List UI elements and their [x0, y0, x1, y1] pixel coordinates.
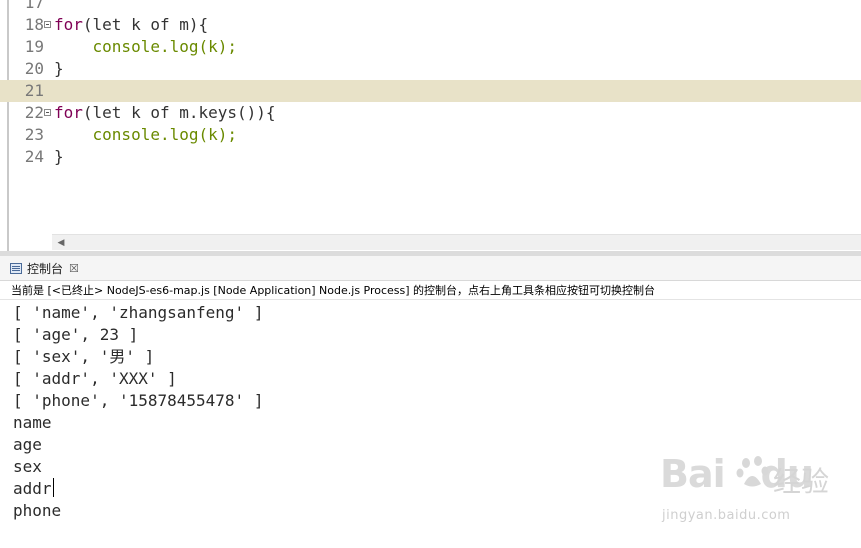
code-content: }: [54, 59, 64, 78]
code-line[interactable]: 22 for(let k of m.keys()){: [0, 102, 861, 124]
line-number: 21: [24, 81, 44, 100]
line-number: 22: [24, 103, 44, 122]
code-line[interactable]: 19 console.log(k);: [0, 36, 861, 58]
console-output-line: sex: [13, 456, 853, 478]
fold-toggle-icon[interactable]: [44, 21, 51, 28]
code-lines[interactable]: 17 18 for(let k of m){19 console.log(k); 20…: [0, 0, 861, 168]
console-output-line: [ 'sex', '男' ]: [13, 346, 853, 368]
keyword-for: for: [54, 103, 83, 122]
tab-console[interactable]: 控制台 ☒: [10, 258, 79, 278]
console-output-text: sex: [13, 457, 42, 476]
console-tab-label: 控制台: [27, 261, 64, 276]
line-number: 18: [24, 15, 44, 34]
code-line[interactable]: 21: [0, 80, 861, 102]
console-output-line: [ 'age', 23 ]: [13, 324, 853, 346]
code-line[interactable]: 24}: [0, 146, 861, 168]
console-output-text: [ 'sex', '男' ]: [13, 347, 155, 366]
code-text: for(let k of m){: [54, 14, 208, 36]
console-output-text: [ 'phone', '15878455478' ]: [13, 391, 264, 410]
scroll-left-arrow-icon[interactable]: ◀: [55, 237, 67, 249]
console-output-line: [ 'name', 'zhangsanfeng' ]: [13, 302, 853, 324]
code-line[interactable]: 18 for(let k of m){: [0, 14, 861, 36]
console-output-text: name: [13, 413, 52, 432]
code-content: console.log(k);: [54, 37, 238, 56]
console-output-text: [ 'name', 'zhangsanfeng' ]: [13, 303, 264, 322]
console-icon: [10, 262, 22, 274]
console-status-text: 当前是 [<已终止> NodeJS-es6-map.js [Node Appli…: [0, 281, 861, 300]
keyword-for: for: [54, 15, 83, 34]
code-line[interactable]: 20}: [0, 58, 861, 80]
console-output-text: [ 'age', 23 ]: [13, 325, 139, 344]
code-editor[interactable]: 17 18 for(let k of m){19 console.log(k); 20…: [0, 0, 861, 251]
code-line[interactable]: 23 console.log(k);: [0, 124, 861, 146]
code-rest: (let k of m.keys()){: [82, 103, 276, 122]
code-text: }: [54, 146, 64, 168]
console-output-text: phone: [13, 501, 62, 520]
code-text: console.log(k);: [54, 124, 238, 146]
console-output-line: [ 'phone', '15878455478' ]: [13, 390, 853, 412]
console-output-text: age: [13, 435, 42, 454]
close-icon[interactable]: ☒: [69, 262, 79, 275]
line-number: 17: [24, 0, 44, 12]
console-output-line: age: [13, 434, 853, 456]
console-output-line: [ 'addr', 'XXX' ]: [13, 368, 853, 390]
code-line[interactable]: 17: [0, 0, 861, 14]
console-output-line: name: [13, 412, 853, 434]
line-number: 24: [24, 147, 44, 166]
code-content: console.log(k);: [54, 125, 238, 144]
editor-horizontal-scrollbar[interactable]: ◀: [52, 234, 861, 250]
code-rest: (let k of m){: [82, 15, 209, 34]
code-text: }: [54, 58, 64, 80]
line-number: 23: [24, 125, 44, 144]
fold-toggle-icon[interactable]: [44, 109, 51, 116]
text-cursor: [52, 478, 54, 497]
code-text: for(let k of m.keys()){: [54, 102, 276, 124]
console-output-line: addr: [13, 478, 853, 500]
code-content: }: [54, 147, 64, 166]
code-text: console.log(k);: [54, 36, 238, 58]
line-number: 19: [24, 37, 44, 56]
console-tab-bar: 控制台 ☒: [0, 256, 861, 281]
console-output-text: [ 'addr', 'XXX' ]: [13, 369, 177, 388]
line-number: 20: [24, 59, 44, 78]
console-output-line: phone: [13, 500, 853, 522]
console-output-text: addr: [13, 479, 52, 498]
console-output[interactable]: [ 'name', 'zhangsanfeng' ] [ 'age', 23 ] […: [13, 302, 853, 522]
